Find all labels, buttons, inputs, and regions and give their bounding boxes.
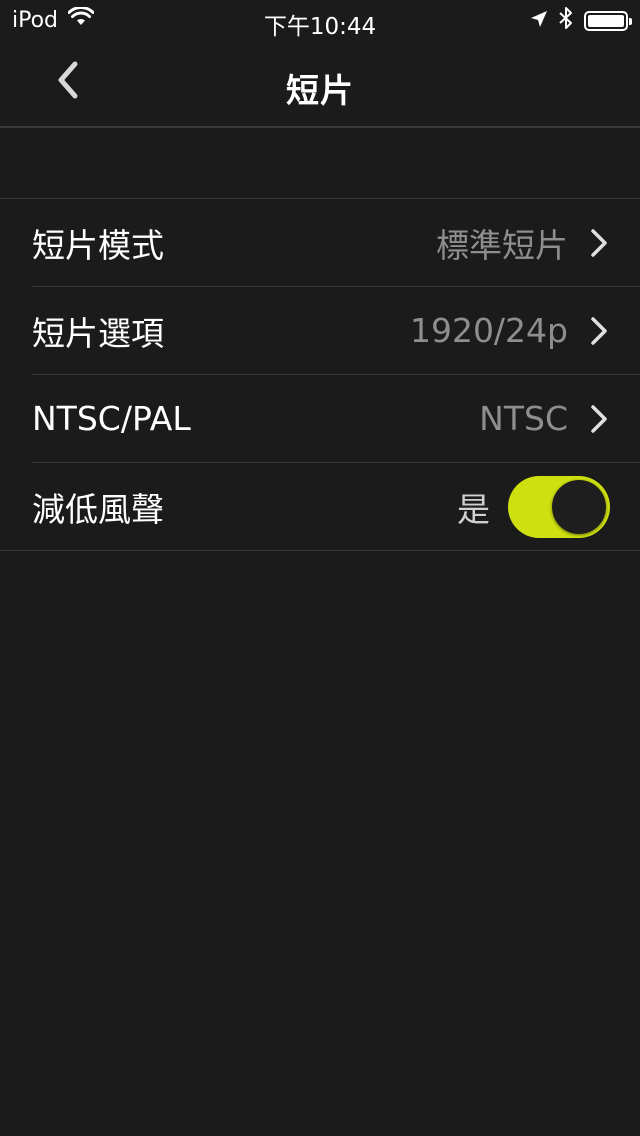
settings-row-wind-noise-reduction: 減低風聲 是: [32, 463, 640, 550]
row-value: 標準短片: [436, 225, 568, 265]
settings-row-ntsc-pal[interactable]: NTSC/PAL NTSC: [32, 375, 640, 463]
row-value: 1920/24p: [409, 311, 568, 350]
location-arrow-icon: [530, 9, 548, 34]
row-label: 減低風聲: [32, 489, 164, 529]
toggle-knob[interactable]: [552, 479, 606, 534]
wind-noise-toggle[interactable]: [508, 475, 610, 538]
battery-icon: [584, 11, 632, 31]
chevron-right-icon: [582, 226, 616, 260]
navigation-bar: 短片: [0, 40, 640, 128]
chevron-right-icon: [582, 402, 616, 436]
row-label: NTSC/PAL: [32, 399, 191, 438]
chevron-right-icon: [582, 314, 616, 348]
row-label: 短片模式: [32, 225, 164, 265]
page-title: 短片: [286, 71, 354, 110]
status-bar: iPod 下午10:44: [0, 0, 640, 40]
settings-list: 短片模式 標準短片 短片選項 1920/24p NTSC/PAL NTSC 減低…: [0, 198, 640, 551]
row-value: NTSC: [479, 399, 568, 438]
settings-row-clip-options[interactable]: 短片選項 1920/24p: [32, 287, 640, 375]
status-right: [530, 6, 632, 36]
bluetooth-icon: [558, 6, 574, 36]
toggle-state-label: 是: [457, 489, 490, 529]
settings-row-clip-mode[interactable]: 短片模式 標準短片: [32, 199, 640, 287]
battery-level: [588, 15, 624, 27]
row-label: 短片選項: [32, 313, 164, 353]
